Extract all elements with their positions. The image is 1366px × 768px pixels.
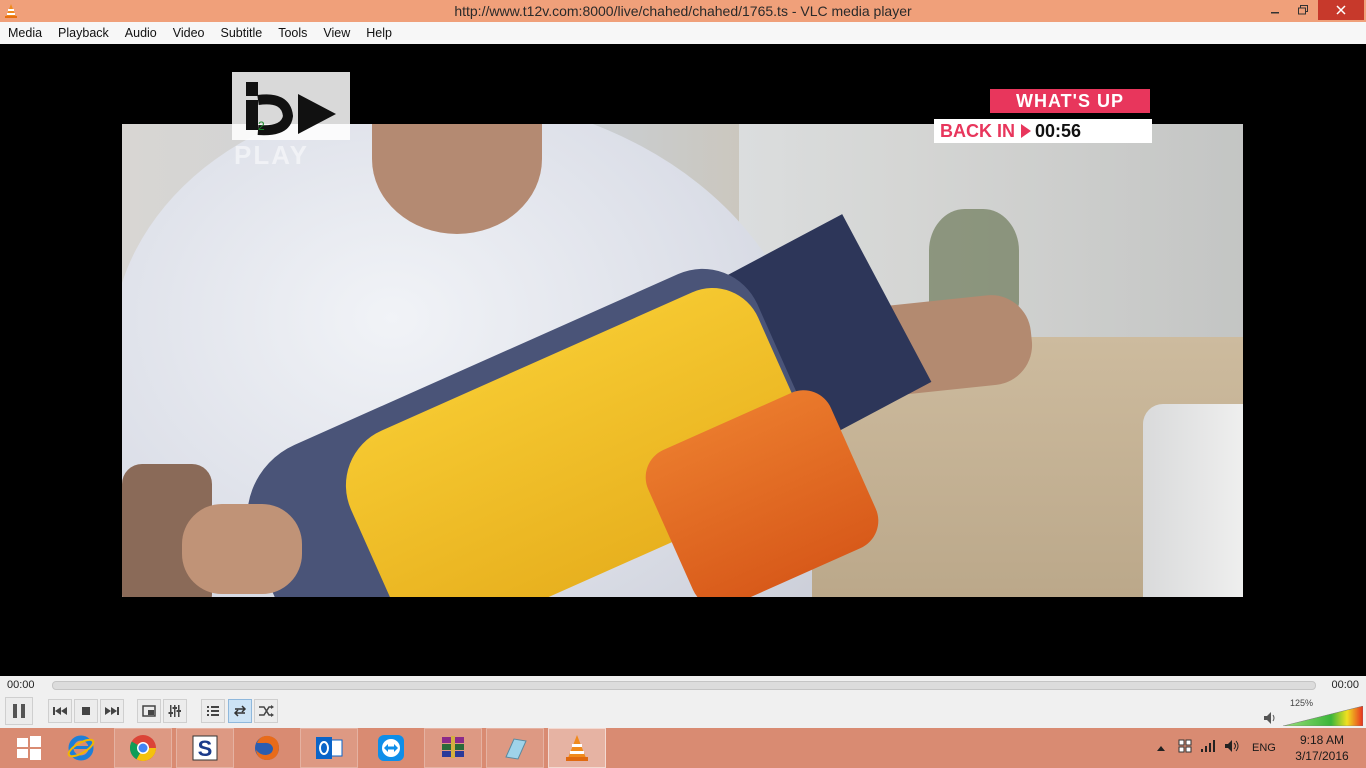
taskbar-winrar[interactable] xyxy=(424,728,482,768)
taskbar-vlc[interactable] xyxy=(548,728,606,768)
app-s-icon: S xyxy=(192,735,218,761)
backpack-in-scene xyxy=(221,249,888,597)
total-time: 00:00 xyxy=(1331,679,1359,691)
menu-media[interactable]: Media xyxy=(0,22,50,44)
pause-icon xyxy=(13,704,25,718)
menu-tools[interactable]: Tools xyxy=(270,22,315,44)
stop-button[interactable] xyxy=(74,699,98,723)
menu-view[interactable]: View xyxy=(315,22,358,44)
playlist-icon xyxy=(207,706,219,716)
svg-text:S: S xyxy=(198,736,213,761)
minimize-button[interactable] xyxy=(1262,0,1288,20)
menu-help[interactable]: Help xyxy=(358,22,400,44)
seek-slider[interactable] xyxy=(52,681,1316,690)
title-bar: http://www.t12v.com:8000/live/chahed/cha… xyxy=(0,0,1366,22)
vlc-icon xyxy=(566,735,588,761)
back-in-badge: BACK IN 00:56 xyxy=(934,119,1152,143)
playlist-button[interactable] xyxy=(201,699,225,723)
network-icon[interactable] xyxy=(1200,739,1216,758)
windows-start-icon xyxy=(17,736,41,760)
next-button[interactable] xyxy=(100,699,124,723)
extended-settings-button[interactable] xyxy=(163,699,187,723)
chrome-icon xyxy=(129,735,156,761)
restore-button[interactable] xyxy=(1290,0,1316,20)
fullscreen-icon xyxy=(142,705,156,717)
taskbar-notepad[interactable] xyxy=(486,728,544,768)
next-icon xyxy=(105,707,119,715)
menu-video[interactable]: Video xyxy=(165,22,213,44)
shuffle-button[interactable] xyxy=(254,699,278,723)
teamviewer-icon xyxy=(378,735,404,761)
extended-settings-icon xyxy=(168,705,181,717)
volume-control[interactable]: 125% xyxy=(1263,698,1363,726)
clock[interactable]: 9:18 AM 3/17/2016 xyxy=(1290,732,1354,764)
previous-icon xyxy=(53,707,67,715)
action-center-icon[interactable] xyxy=(1178,739,1192,758)
winrar-icon xyxy=(442,736,464,758)
taskbar-internet-explorer[interactable] xyxy=(52,728,110,768)
stop-icon xyxy=(82,707,90,715)
volume-slider xyxy=(1283,706,1363,726)
seek-bar: 00:00 00:00 xyxy=(0,676,1366,696)
back-in-label: BACK IN xyxy=(940,121,1015,141)
show-hidden-icons-icon[interactable] xyxy=(1156,739,1166,757)
whats-up-badge: WHAT'S UP xyxy=(990,89,1150,113)
fullscreen-button[interactable] xyxy=(137,699,161,723)
menu-audio[interactable]: Audio xyxy=(117,22,165,44)
taskbar-teamviewer[interactable] xyxy=(362,728,420,768)
taskbar: S ENG 9:18 AM 3/17/2016 xyxy=(0,728,1366,768)
menu-bar: Media Playback Audio Video Subtitle Tool… xyxy=(0,22,1366,44)
system-tray: ENG xyxy=(1156,728,1276,768)
channel-logo xyxy=(232,72,350,140)
elapsed-time: 00:00 xyxy=(7,679,35,691)
previous-button[interactable] xyxy=(48,699,72,723)
firefox-icon xyxy=(255,735,279,760)
loop-button[interactable] xyxy=(228,699,252,723)
menu-playback[interactable]: Playback xyxy=(50,22,117,44)
control-bar: 125% xyxy=(0,696,1366,728)
back-in-time: 00:56 xyxy=(1035,121,1082,141)
clock-time: 9:18 AM xyxy=(1299,733,1345,747)
start-button[interactable] xyxy=(0,728,58,768)
outlook-icon xyxy=(316,737,343,759)
play-arrow-icon xyxy=(1021,124,1031,138)
volume-tray-icon[interactable] xyxy=(1224,739,1240,758)
taskbar-firefox[interactable] xyxy=(238,728,296,768)
close-button[interactable] xyxy=(1318,0,1364,20)
language-indicator[interactable]: ENG xyxy=(1252,742,1276,754)
speaker-icon xyxy=(1264,712,1275,724)
window-title: http://www.t12v.com:8000/live/chahed/cha… xyxy=(454,3,912,19)
internet-explorer-icon xyxy=(67,735,95,761)
shuffle-icon xyxy=(259,705,274,717)
taskbar-outlook[interactable] xyxy=(300,728,358,768)
notepad-icon xyxy=(505,738,527,760)
laptop-in-scene xyxy=(1143,404,1243,597)
pause-button[interactable] xyxy=(5,697,33,725)
menu-subtitle[interactable]: Subtitle xyxy=(213,22,271,44)
video-area[interactable]: 2 PLAY WHAT'S UP BACK IN 00:56 xyxy=(0,44,1366,676)
logo-number: 2 xyxy=(258,119,265,133)
logo-subtitle: PLAY xyxy=(234,140,309,170)
loop-icon xyxy=(233,705,247,717)
taskbar-app-s[interactable]: S xyxy=(176,728,234,768)
clock-date: 3/17/2016 xyxy=(1295,749,1349,763)
taskbar-chrome[interactable] xyxy=(114,728,172,768)
video-frame xyxy=(122,124,1243,597)
